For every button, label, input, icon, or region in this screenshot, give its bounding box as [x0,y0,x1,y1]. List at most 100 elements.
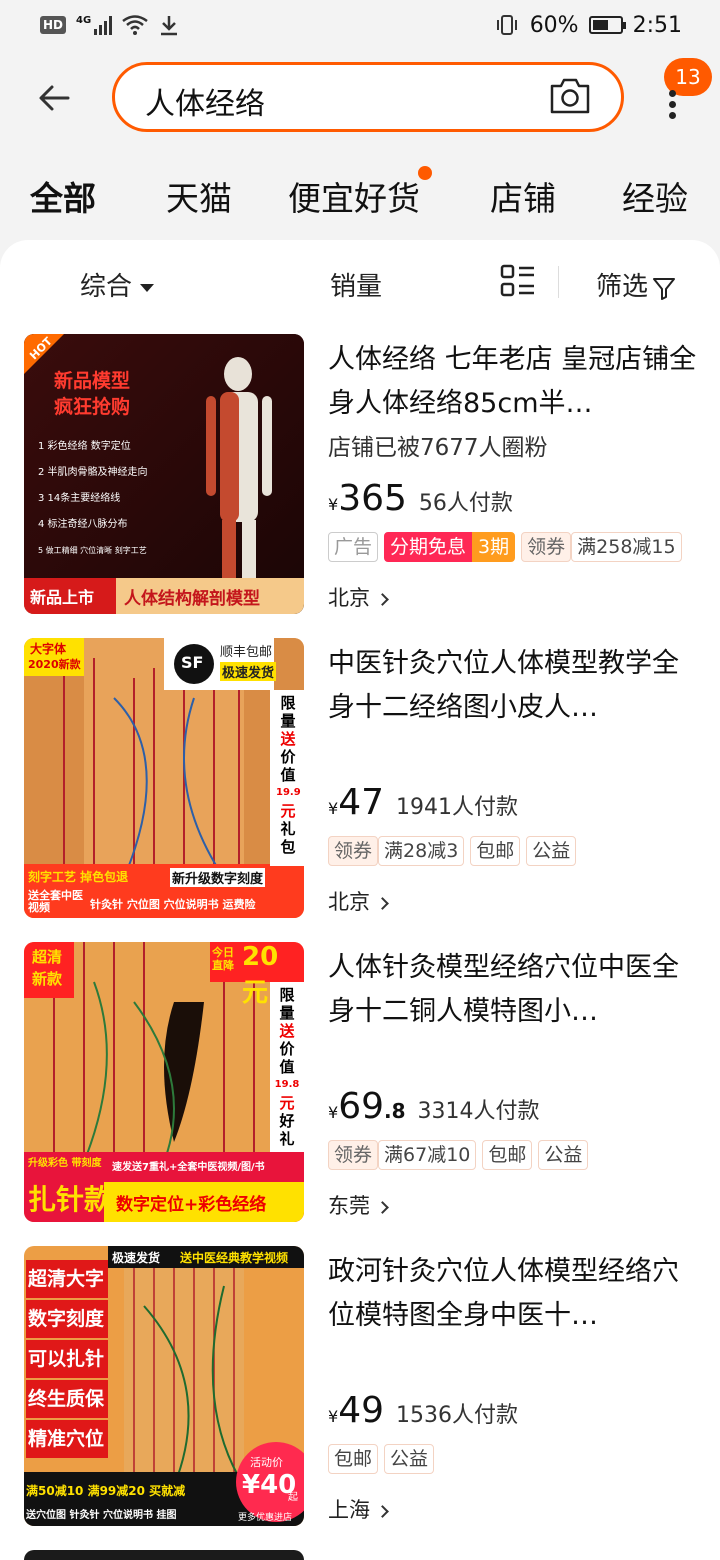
coupon-tag[interactable]: 领券 [328,836,379,866]
charity-tag: 公益 [526,836,577,866]
product-thumbnail[interactable]: 超清 新款 今日直降 20元 限量 送 价值 19.8 元 好礼 升级彩色 带刻… [24,942,304,1222]
product-thumbnail-partial[interactable] [24,1550,304,1560]
product-title[interactable]: 中医针灸穴位人体模型教学全身十二经络图小皮人… [328,642,698,730]
product-card[interactable]: 大字体 2020新款 SF 顺丰包邮 极速发货 限量 送 价值 19.9 元 礼… [0,638,720,942]
tab-bargain[interactable]: 便宜好货 [288,172,420,220]
promo-tags: 包邮 公益 [328,1444,435,1474]
price-row: ¥49 1536人付款 [328,1390,518,1431]
back-arrow-icon[interactable] [34,78,74,118]
tab-tmall[interactable]: 天猫 [166,172,232,220]
filter-button[interactable]: 筛选 [596,266,676,303]
tab-all[interactable]: 全部 [30,172,96,220]
results-panel: 综合 销量 筛选 HOT 新品模型 疯狂抢购 1 彩色经络 数字定位 2 半肌肉… [0,240,720,1560]
thumb-label: 送中医经典教学视频 [180,1251,289,1265]
tab-new-dot [418,166,432,180]
thumb-label: 限量 [280,694,296,730]
thumb-label: 终生质保 [26,1380,108,1418]
thumb-label: 顺丰包邮 [220,645,273,660]
product-card[interactable]: 超清 新款 今日直降 20元 限量 送 价值 19.8 元 好礼 升级彩色 带刻… [0,942,720,1246]
location[interactable]: 上海 [328,1494,389,1524]
caret-down-icon [140,283,155,292]
thumb-label: 刻字工艺 掉色包退 [28,870,129,884]
discount-tag: 满258减15 [571,532,682,562]
category-tabs: 全部 天猫 便宜好货 店铺 经验 [0,160,720,230]
thumb-label: 19.8 [274,1079,300,1090]
battery-icon [588,16,626,34]
price-decimal: .8 [384,1099,406,1123]
thumb-label: 极速发货 [112,1251,161,1265]
thumb-feature: 3 14条主要经络线 [38,493,121,504]
buyer-count: 1536人付款 [396,1403,518,1428]
price-integer: 365 [338,478,407,519]
thumb-label: 礼包 [280,820,296,856]
location[interactable]: 北京 [328,582,389,612]
promo-tags: 领券 满28减3 包邮 公益 [328,836,577,866]
coupon-tag[interactable]: 领券 [521,532,572,562]
more-menu-icon[interactable] [662,86,682,146]
battery-percent: 60% [529,12,579,38]
price-row: ¥47 1941人付款 [328,782,518,823]
coupon-tag[interactable]: 领券 [328,1140,379,1170]
chevron-right-icon [376,1200,389,1214]
thumb-label: 极速发货 [220,662,277,681]
signal-icon: 4G [76,15,113,35]
sort-comprehensive[interactable]: 综合 [80,266,155,303]
thumb-label: 新款 [32,970,63,988]
thumb-label: 满50减10 满99减20 买就减 [26,1484,186,1498]
search-input[interactable]: 人体经络 [112,62,624,132]
thumb-new-label: 新品上市 [30,588,95,607]
thumb-gift-column: 限量 送 价值 19.8 元 好礼 [274,986,300,1148]
vibrate-icon [496,15,517,35]
thumb-label: 送 [279,1022,295,1040]
thumb-model-label: 人体结构解剖模型 [124,589,260,609]
thumb-label: 好礼 [279,1112,295,1148]
filter-label: 筛选 [596,272,649,302]
product-thumbnail[interactable]: HOT 新品模型 疯狂抢购 1 彩色经络 数字定位 2 半肌肉骨骼及神经走向 3… [24,334,304,614]
free-shipping-tag: 包邮 [328,1444,379,1474]
charity-tag: 公益 [538,1140,589,1170]
thumb-label: 送穴位图 针灸针 穴位说明书 挂图 [26,1510,177,1521]
product-card[interactable]: HOT 新品模型 疯狂抢购 1 彩色经络 数字定位 2 半肌肉骨骼及神经走向 3… [0,334,720,638]
search-query[interactable]: 人体经络 [145,79,265,123]
location[interactable]: 东莞 [328,1190,389,1220]
price-row: ¥69.8 3314人付款 [328,1086,540,1127]
thumb-label: 价值 [280,748,296,784]
product-thumbnail[interactable]: 大字体 2020新款 SF 顺丰包邮 极速发货 限量 送 价值 19.9 元 礼… [24,638,304,918]
thumb-label: 新升级数字刻度 [170,868,266,887]
wifi-icon [122,15,148,35]
product-info: 人体经络 七年老店 皇冠店铺全身人体经络85cm半… 店铺已被7677人圈粉 ¥… [328,338,698,610]
promo-tags: 领券 满67减10 包邮 公益 [328,1140,589,1170]
buyer-count: 56人付款 [418,491,513,516]
camera-icon[interactable] [549,77,591,115]
product-title[interactable]: 人体针灸模型经络穴位中医全身十二铜人模特图小… [328,946,698,1034]
list-view-icon[interactable] [500,264,536,298]
product-thumbnail[interactable]: 极速发货 送中医经典教学视频 超清大字 数字刻度 可以扎针 终生质保 精准穴位 … [24,1246,304,1526]
price: 365 [338,478,407,519]
location-text: 北京 [328,586,370,610]
currency: ¥ [328,1103,339,1122]
thumb-label: 速发送7重礼+全套中医视频/图/书 [112,1162,265,1173]
chevron-right-icon [376,1504,389,1518]
sort-sales[interactable]: 销量 [330,266,382,303]
sf-logo: SF [181,653,204,672]
status-bar: HD 4G 60% 2:51 [0,0,720,50]
product-card[interactable]: 极速发货 送中医经典教学视频 超清大字 数字刻度 可以扎针 终生质保 精准穴位 … [0,1246,720,1550]
installment-period-tag: 3期 [472,532,516,562]
charity-tag: 公益 [384,1444,435,1474]
product-title[interactable]: 政河针灸穴位人体模型经络穴位模特图全身中医十… [328,1250,698,1338]
price: 69.8 [338,1086,405,1127]
tab-experience[interactable]: 经验 [622,172,688,220]
thumb-label: 元 [280,802,296,820]
hd-icon: HD [40,16,67,34]
ad-tag: 广告 [328,532,379,562]
thumb-label: 19.9 [276,787,301,798]
location-text: 北京 [328,890,370,914]
buyer-count: 3314人付款 [417,1099,540,1124]
product-title[interactable]: 人体经络 七年老店 皇冠店铺全身人体经络85cm半… [328,338,698,426]
thumb-label: 数字刻度 [26,1300,108,1338]
price: 49 [338,1390,384,1431]
location[interactable]: 北京 [328,886,389,916]
thumb-feature: 1 彩色经络 数字定位 [38,441,131,452]
tab-shops[interactable]: 店铺 [490,172,556,220]
free-shipping-tag: 包邮 [482,1140,533,1170]
